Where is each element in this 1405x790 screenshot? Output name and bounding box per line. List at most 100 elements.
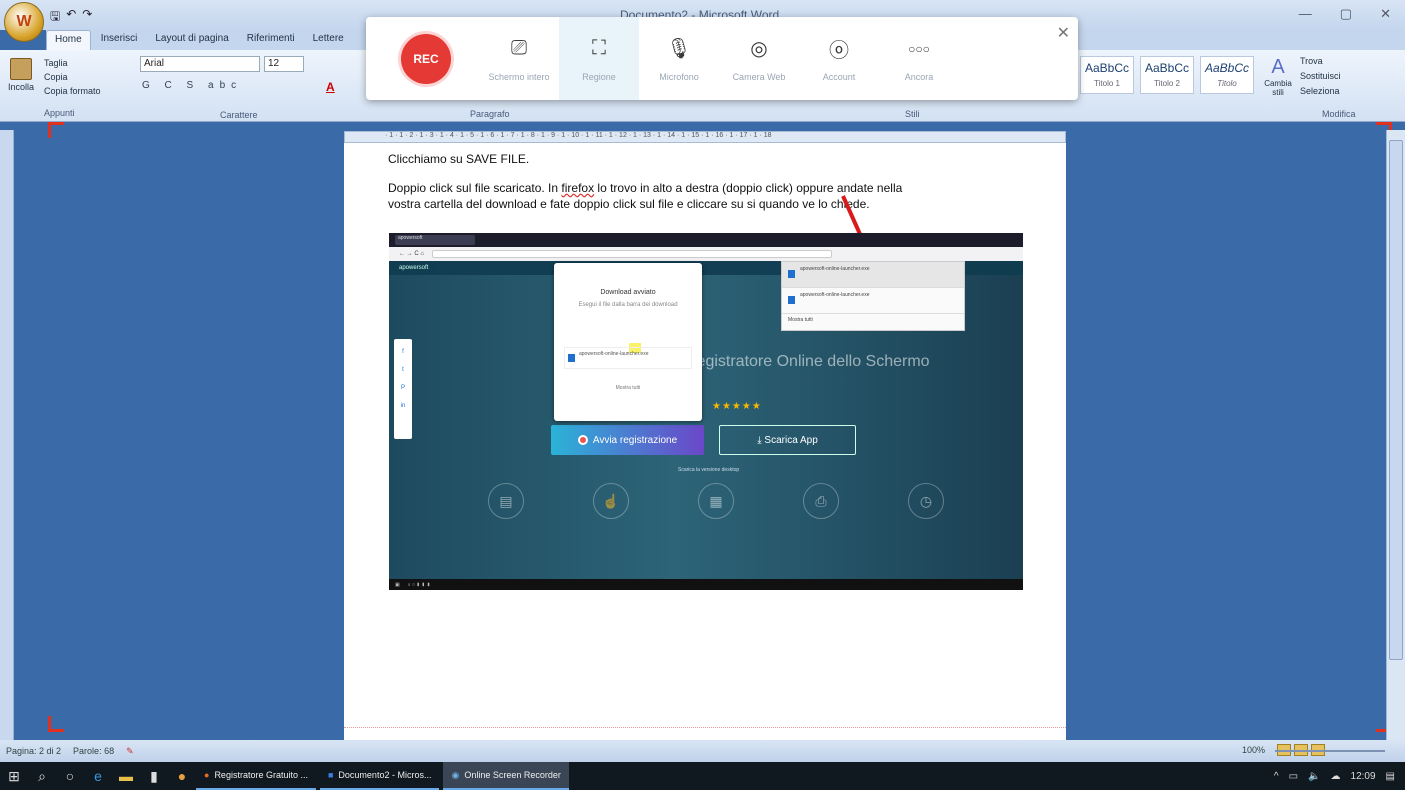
font-group-label: Carattere <box>220 110 258 120</box>
font-format-buttons[interactable]: G C S abc <box>142 80 242 91</box>
tool-account[interactable]: ⓞ Account <box>799 17 879 100</box>
tab-home[interactable]: Home <box>46 30 91 50</box>
font-name-select[interactable]: Arial <box>140 56 260 72</box>
page-count[interactable]: Pagina: 2 di 2 <box>6 746 61 756</box>
taskbar-app-label: Registratore Gratuito ... <box>214 770 308 780</box>
notifications-icon[interactable]: ▤ <box>1386 771 1395 782</box>
start-recording-button: Avvia registrazione <box>551 425 704 455</box>
style-heading-2[interactable]: AaBbCc Titolo 2 <box>1140 56 1194 94</box>
close-button[interactable]: ✕ <box>1380 6 1391 22</box>
download-icon: ⤓ <box>757 434 765 446</box>
system-tray: ^ ▭ 🔈 ☁ 12:09 ▤ <box>1274 762 1395 790</box>
feature-icon: ▤ <box>488 483 524 519</box>
embedded-start-icon: ▣ <box>395 581 400 588</box>
tab-references[interactable]: Riferimenti <box>239 30 303 50</box>
tab-insert[interactable]: Inserisci <box>93 30 146 50</box>
file-explorer-icon[interactable]: ▬ <box>112 762 140 790</box>
camera-icon: ◎ <box>750 38 768 60</box>
zoom-slider[interactable] <box>1275 750 1385 752</box>
tool-webcam[interactable]: ◎ Camera Web <box>719 17 799 100</box>
recorder-close-icon[interactable]: ✕ <box>1057 23 1070 43</box>
replace-button[interactable]: Sostituisci <box>1300 69 1341 84</box>
status-bar: Pagina: 2 di 2 Parole: 68 ✎ 100% <box>0 740 1405 762</box>
style-sample: AaBbCc <box>1084 61 1130 75</box>
feature-icon: ◷ <box>908 483 944 519</box>
region-corner-bottom-left <box>48 716 64 732</box>
misspelled-word: firefox <box>561 181 595 195</box>
format-painter-button[interactable]: Copia formato <box>44 86 101 96</box>
maximize-button[interactable]: ▢ <box>1340 6 1352 22</box>
taskbar-app-label: Documento2 - Micros... <box>338 770 432 780</box>
font-size-select[interactable]: 12 <box>264 56 304 72</box>
tool-region[interactable]: ⛶ Regione <box>559 17 639 100</box>
taskbar-app-label: Online Screen Recorder <box>464 770 561 780</box>
rec-button[interactable]: REC <box>401 33 451 84</box>
download-popup-hint: Esegui il file dalla barra dei download <box>578 302 678 308</box>
find-button[interactable]: Trova <box>1300 54 1341 69</box>
document-page[interactable]: Clicchiamo su SAVE FILE. Doppio click su… <box>344 143 1066 743</box>
style-heading-1[interactable]: AaBbCc Titolo 1 <box>1080 56 1134 94</box>
embedded-screenshot[interactable]: apowersoft ← → C ⌂ apowersoft f t Pin Regi… <box>389 233 1023 590</box>
tool-fullscreen[interactable]: ⎚ Schermo intero <box>479 17 559 100</box>
save-icon[interactable]: 🖫 <box>50 7 60 28</box>
undo-icon[interactable]: ↶ <box>66 7 76 28</box>
scrollbar-thumb[interactable] <box>1389 140 1403 660</box>
select-button[interactable]: Seleziona <box>1300 84 1341 99</box>
tool-label: Regione <box>582 71 616 82</box>
redo-icon[interactable]: ↷ <box>82 7 92 28</box>
tab-mailings[interactable]: Lettere <box>305 30 352 50</box>
horizontal-ruler: · 1 · 1 · 2 · 1 · 3 · 1 · 4 · 1 · 5 · 1 … <box>344 131 1066 143</box>
zoom-level[interactable]: 100% <box>1242 745 1265 755</box>
search-icon[interactable]: ⌕ <box>28 762 56 790</box>
paste-button[interactable]: Incolla <box>6 56 36 100</box>
cortana-icon[interactable]: ○ <box>56 762 84 790</box>
share-sidebar: f t Pin <box>394 339 412 439</box>
font-color-icon[interactable]: A <box>326 80 335 94</box>
editing-group-label: Modifica <box>1322 109 1356 119</box>
onedrive-icon[interactable]: ☁ <box>1331 771 1341 782</box>
word-count[interactable]: Parole: 68 <box>73 746 114 756</box>
calculator-icon[interactable]: ▮ <box>140 762 168 790</box>
spellcheck-icon[interactable]: ✎ <box>126 746 134 757</box>
minimize-button[interactable]: — <box>1299 6 1312 22</box>
tab-page-layout[interactable]: Layout di pagina <box>147 30 236 50</box>
start-recording-label: Avvia registrazione <box>592 434 678 446</box>
vertical-scrollbar[interactable] <box>1386 130 1405 740</box>
chrome-icon[interactable]: ● <box>168 762 196 790</box>
network-icon[interactable]: ▭ <box>1289 771 1298 782</box>
downloads-show-all: Mostra tutti <box>788 317 813 323</box>
change-styles-label: Cambia stili <box>1264 79 1292 97</box>
taskbar-app-word[interactable]: ■ Documento2 - Micros... <box>319 762 440 790</box>
paragraph-2-end: lo trovo in alto a destra (doppio click)… <box>594 181 903 195</box>
paragraph-2-line-2: vostra cartella del download e fate dopp… <box>388 197 870 211</box>
download-item: apowersoft-online-launcher.exe <box>782 262 964 288</box>
browser-toolbar: ← → C ⌂ <box>389 247 1023 261</box>
download-item: apowersoft-online-launcher.exe <box>782 288 964 314</box>
clock[interactable]: 12:09 <box>1351 771 1376 782</box>
cut-button[interactable]: Taglia <box>44 58 68 68</box>
taskbar-app-recorder[interactable]: ◉ Online Screen Recorder <box>443 762 569 790</box>
browser-tabs: apowersoft <box>389 233 1023 247</box>
download-popup-title: Download avviato <box>600 289 656 296</box>
paragraph-1: Clicchiamo su SAVE FILE. <box>388 152 530 166</box>
taskbar-app-firefox[interactable]: ● Registratore Gratuito ... <box>196 762 316 790</box>
download-app-button: ⤓ Scarica App <box>719 425 856 455</box>
windows-taskbar: ⊞ ⌕ ○ e ▬ ▮ ● ● Registratore Gratuito ...… <box>0 762 1405 790</box>
tool-microphone[interactable]: 🎙 Microfono <box>639 17 719 100</box>
tool-more[interactable]: ○○○ Ancora <box>879 17 959 100</box>
clipboard-group-label: Appunti <box>44 108 75 118</box>
windows-start-icon[interactable]: ⊞ <box>0 762 28 790</box>
style-title[interactable]: AaBbCc Titolo <box>1200 56 1254 94</box>
change-styles-button[interactable]: A Cambia stili <box>1260 56 1296 97</box>
office-button[interactable]: W <box>4 2 44 42</box>
rating-stars: ★★★★★ <box>712 401 762 412</box>
show-hidden-icons-icon[interactable]: ^ <box>1274 771 1279 782</box>
browser-tab: apowersoft <box>395 235 475 245</box>
firefox-icon: ● <box>204 770 210 780</box>
volume-icon[interactable]: 🔈 <box>1308 771 1320 782</box>
browser-url-bar <box>431 250 832 258</box>
edge-icon[interactable]: e <box>84 762 112 790</box>
copy-button[interactable]: Copia <box>44 72 68 82</box>
tool-label: Camera Web <box>732 71 786 82</box>
microphone-icon: 🎙 <box>666 38 692 60</box>
